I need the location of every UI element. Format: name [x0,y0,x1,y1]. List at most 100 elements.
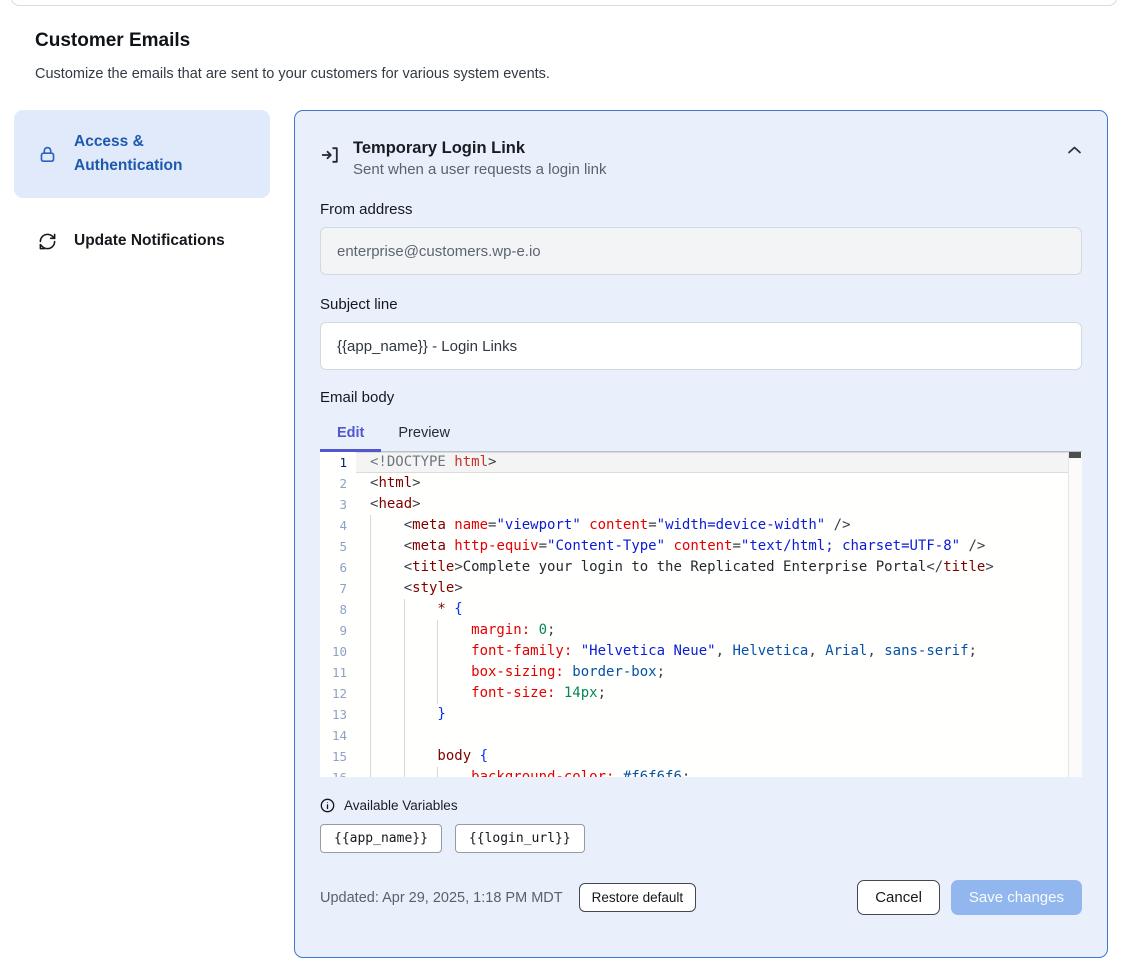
line-number: 13 [320,704,347,725]
code-line[interactable]: 16 background-color: #f6f6f6; [320,767,1082,777]
code-line[interactable]: 6 <title>Complete your login to the Repl… [320,557,1082,578]
indent-guide [437,620,438,641]
indent-guide [404,746,405,767]
email-body-code-editor[interactable]: 1<!DOCTYPE html>2<html>3<head>4 <meta na… [320,451,1082,777]
code-line[interactable]: 7 <style> [320,578,1082,599]
sidebar-item-access-authentication[interactable]: Access & Authentication [14,110,270,198]
page-subtitle: Customize the emails that are sent to yo… [35,66,550,82]
code-line[interactable]: 13 } [320,704,1082,725]
code-line[interactable]: 8 * { [320,599,1082,620]
line-number: 2 [320,473,347,494]
log-in-icon [320,145,340,165]
code-line[interactable]: 12 font-size: 14px; [320,683,1082,704]
indent-guide [370,599,371,620]
indent-guide [370,515,371,536]
indent-guide [404,725,405,746]
code-line[interactable]: 2<html> [320,473,1082,494]
indent-guide [404,767,405,777]
tab-preview[interactable]: Preview [381,415,467,451]
line-number: 16 [320,767,347,777]
save-changes-button[interactable]: Save changes [951,880,1082,915]
card-header: Temporary Login Link Sent when a user re… [320,137,1082,181]
card-title: Temporary Login Link [353,137,606,159]
cancel-button[interactable]: Cancel [857,880,940,915]
subject-line-label: Subject line [320,296,1082,313]
indent-guide [370,641,371,662]
indent-guide [370,662,371,683]
sidebar-item-label: Access & Authentication [74,130,214,178]
from-address-input[interactable] [320,227,1082,275]
line-number: 15 [320,746,347,767]
line-number: 6 [320,557,347,578]
indent-guide [370,704,371,725]
indent-guide [404,662,405,683]
line-number: 4 [320,515,347,536]
restore-default-button[interactable]: Restore default [579,883,697,912]
sidebar-item-update-notifications[interactable]: Update Notifications [14,215,270,267]
line-number: 14 [320,725,347,746]
indent-guide [370,767,371,777]
indent-guide [437,641,438,662]
active-tab-underline [320,449,381,452]
temporary-login-link-card: Temporary Login Link Sent when a user re… [294,110,1108,958]
line-number: 1 [320,452,347,473]
subject-line-input[interactable] [320,322,1082,370]
code-line[interactable]: 10 font-family: "Helvetica Neue", Helvet… [320,641,1082,662]
variable-chip-login-url[interactable]: {{login_url}} [455,824,585,853]
page-title: Customer Emails [35,30,190,52]
code-line[interactable]: 3<head> [320,494,1082,515]
indent-guide [404,704,405,725]
variable-chips: {{app_name}} {{login_url}} [320,824,1082,853]
indent-guide [404,641,405,662]
line-number: 10 [320,641,347,662]
indent-guide [370,683,371,704]
code-line[interactable]: 9 margin: 0; [320,620,1082,641]
code-line[interactable]: 5 <meta http-equiv="Content-Type" conten… [320,536,1082,557]
line-number: 5 [320,536,347,557]
collapse-button[interactable] [1067,145,1082,155]
indent-guide [370,620,371,641]
refresh-icon [38,232,57,251]
code-line[interactable]: 15 body { [320,746,1082,767]
indent-guide [404,620,405,641]
indent-guide [437,767,438,777]
line-number: 12 [320,683,347,704]
previous-card-bottom-edge [10,0,1118,6]
indent-guide [404,599,405,620]
line-number: 8 [320,599,347,620]
variable-chip-app-name[interactable]: {{app_name}} [320,824,442,853]
chevron-up-icon [1067,145,1082,155]
code-line[interactable]: 1<!DOCTYPE html> [320,452,1082,473]
available-variables-label: Available Variables [344,798,458,813]
indent-guide [437,683,438,704]
line-number: 11 [320,662,347,683]
tab-edit[interactable]: Edit [320,415,381,451]
code-editor-lines: 1<!DOCTYPE html>2<html>3<head>4 <meta na… [320,452,1082,777]
editor-scrollbar[interactable] [1068,452,1082,777]
from-address-label: From address [320,201,1082,218]
card-footer: Updated: Apr 29, 2025, 1:18 PM MDT Resto… [320,880,1082,915]
indent-guide [370,557,371,578]
updated-timestamp: Updated: Apr 29, 2025, 1:18 PM MDT [320,890,563,906]
indent-guide [370,746,371,767]
email-types-sidebar: Access & Authentication Update Notificat… [14,110,270,284]
available-variables-row: Available Variables [320,798,1082,813]
email-body-label: Email body [320,389,1082,406]
editor-tabs: Edit Preview [320,415,1082,451]
code-line[interactable]: 4 <meta name="viewport" content="width=d… [320,515,1082,536]
line-number: 7 [320,578,347,599]
indent-guide [370,578,371,599]
editor-scrollbar-thumb[interactable] [1069,452,1081,458]
card-header-text: Temporary Login Link Sent when a user re… [353,137,606,181]
lock-icon [38,145,57,164]
indent-guide [370,725,371,746]
indent-guide [404,683,405,704]
indent-guide [370,536,371,557]
code-line[interactable]: 14 [320,725,1082,746]
code-line[interactable]: 11 box-sizing: border-box; [320,662,1082,683]
card-subtitle: Sent when a user requests a login link [353,159,606,181]
indent-guide [437,662,438,683]
info-icon[interactable] [320,798,335,813]
sidebar-item-label: Update Notifications [74,229,225,253]
line-number: 9 [320,620,347,641]
